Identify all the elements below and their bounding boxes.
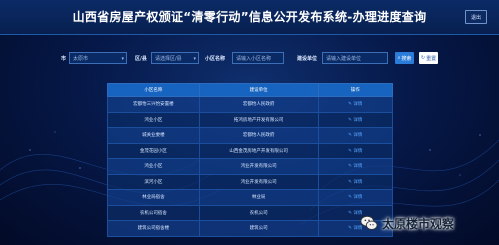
- watermark: 太原楼市观察: [360, 212, 496, 234]
- community-input[interactable]: 请输入小区名称: [232, 52, 284, 64]
- header-community: 小区名称: [107, 83, 200, 97]
- cell-developer: 宏都怡人民政府: [198, 127, 319, 144]
- developer-label: 建设单位: [297, 56, 318, 62]
- logout-button[interactable]: 退出: [465, 10, 487, 24]
- cell-developer: 鸿业开发有限公司: [198, 173, 319, 190]
- chevron-down-icon: ▾: [193, 56, 196, 62]
- table-row: 宏都怡三兴怡安置楼 宏都怡人民政府 ✎ 详情: [107, 96, 394, 113]
- cell-developer: 山西金茂房地产开发有限公司: [198, 142, 319, 159]
- edit-icon: ✎: [348, 102, 352, 108]
- search-icon: ⌕: [397, 55, 401, 61]
- detail-link-label: 详情: [353, 179, 363, 185]
- city-select-value: 太原市: [73, 55, 89, 62]
- chevron-down-icon: ▾: [121, 56, 124, 62]
- detail-link[interactable]: ✎ 详情: [317, 142, 394, 159]
- cell-community: 城关业委楼: [107, 127, 200, 144]
- detail-link-label: 详情: [353, 102, 363, 108]
- page: 山西省房屋产权颁证“清零行动”信息公开发布系统-办理进度查询 退出 市 太原市 …: [0, 0, 499, 245]
- table-row: 鸿业小区 拓鸿房地产开发有限公司 ✎ 详情: [107, 111, 394, 128]
- edit-icon: ✎: [348, 117, 352, 123]
- edit-icon: ✎: [348, 195, 352, 201]
- cell-community: 建筑公司宿舍楼: [107, 220, 200, 237]
- search-button-label: 搜索: [401, 55, 412, 62]
- cell-community: 宏都怡三兴怡安置楼: [107, 96, 200, 113]
- cell-developer: 农机公司: [198, 204, 319, 221]
- cell-community: 金茂花园小区: [107, 142, 200, 159]
- edit-icon: ✎: [348, 148, 352, 154]
- table-row: 城关业委楼 宏都怡人民政府 ✎ 详情: [107, 127, 394, 144]
- detail-link-label: 详情: [353, 148, 363, 154]
- detail-link-label: 详情: [353, 195, 363, 201]
- watermark-text: 太原楼市观察: [382, 216, 455, 231]
- reset-button-label: 重置: [426, 55, 437, 62]
- search-bar: 市 太原市 ▾ 区/县 请选择区/县 ▾ 小区名称 请输入小区名称 建设单位 请…: [0, 52, 499, 66]
- table-row: 金茂花园小区 山西金茂房地产开发有限公司 ✎ 详情: [107, 142, 394, 159]
- edit-icon: ✎: [348, 210, 352, 216]
- detail-link[interactable]: ✎ 详情: [317, 96, 394, 113]
- community-label: 小区名称: [205, 56, 226, 62]
- table-header-row: 小区名称 建设单位 操作: [107, 83, 394, 97]
- table-row: 林业局宿舍 林业局 ✎ 详情: [107, 189, 394, 206]
- detail-link[interactable]: ✎ 详情: [317, 111, 394, 128]
- cell-developer: 拓鸿房地产开发有限公司: [198, 111, 319, 128]
- table-row: 农机公司宿舍 农机公司 ✎ 详情: [107, 204, 394, 221]
- edit-icon: ✎: [348, 164, 352, 170]
- cell-developer: 鸿业开发有限公司: [198, 158, 319, 175]
- cell-community: 鸿业小区: [107, 111, 200, 128]
- search-button[interactable]: ⌕ 搜索: [395, 52, 414, 64]
- wechat-icon: [360, 215, 378, 230]
- cell-developer: 林业局: [198, 189, 319, 206]
- district-label: 区/县: [135, 56, 147, 62]
- detail-link-label: 详情: [353, 117, 363, 123]
- refresh-icon: ↻: [420, 55, 426, 61]
- table-row: 滨河小区 鸿业开发有限公司 ✎ 详情: [107, 173, 394, 190]
- cell-community: 农机公司宿舍: [107, 204, 200, 221]
- table-row: 鸿业小区 鸿业开发有限公司 ✎ 详情: [107, 158, 394, 175]
- table-row: 建筑公司宿舍楼 建筑公司 ✎ 详情: [107, 220, 394, 237]
- cell-community: 鸿业小区: [107, 158, 200, 175]
- city-select[interactable]: 太原市 ▾: [69, 52, 127, 64]
- detail-link[interactable]: ✎ 详情: [317, 189, 394, 206]
- progress-table: 小区名称 建设单位 操作 宏都怡三兴怡安置楼 宏都怡人民政府 ✎ 详情 鸿业小区 拓鸿…: [107, 83, 394, 237]
- district-select[interactable]: 请选择区/县 ▾: [151, 52, 199, 64]
- header-developer: 建设单位: [198, 83, 319, 97]
- header-action: 操作: [317, 83, 394, 97]
- edit-icon: ✎: [348, 179, 352, 185]
- page-title: 山西省房屋产权颁证“清零行动”信息公开发布系统-办理进度查询: [72, 10, 427, 24]
- detail-link[interactable]: ✎ 详情: [317, 158, 394, 175]
- cell-developer: 宏都怡人民政府: [198, 96, 319, 113]
- community-input-placeholder: 请输入小区名称: [236, 55, 272, 62]
- cell-community: 滨河小区: [107, 173, 200, 190]
- detail-link-label: 详情: [353, 164, 363, 170]
- header-bar: 山西省房屋产权颁证“清零行动”信息公开发布系统-办理进度查询 退出: [0, 0, 499, 35]
- cell-developer: 建筑公司: [198, 220, 319, 237]
- edit-icon: ✎: [348, 226, 352, 232]
- detail-link[interactable]: ✎ 详情: [317, 127, 394, 144]
- reset-button[interactable]: ↻ 重置: [419, 52, 438, 64]
- cell-community: 林业局宿舍: [107, 189, 200, 206]
- city-label: 市: [61, 56, 67, 62]
- edit-icon: ✎: [348, 133, 352, 139]
- district-select-placeholder: 请选择区/县: [155, 55, 182, 62]
- developer-input-placeholder: 请输入建设单位: [326, 55, 362, 62]
- developer-input[interactable]: 请输入建设单位: [322, 52, 388, 64]
- detail-link[interactable]: ✎ 详情: [317, 173, 394, 190]
- detail-link-label: 详情: [353, 133, 363, 139]
